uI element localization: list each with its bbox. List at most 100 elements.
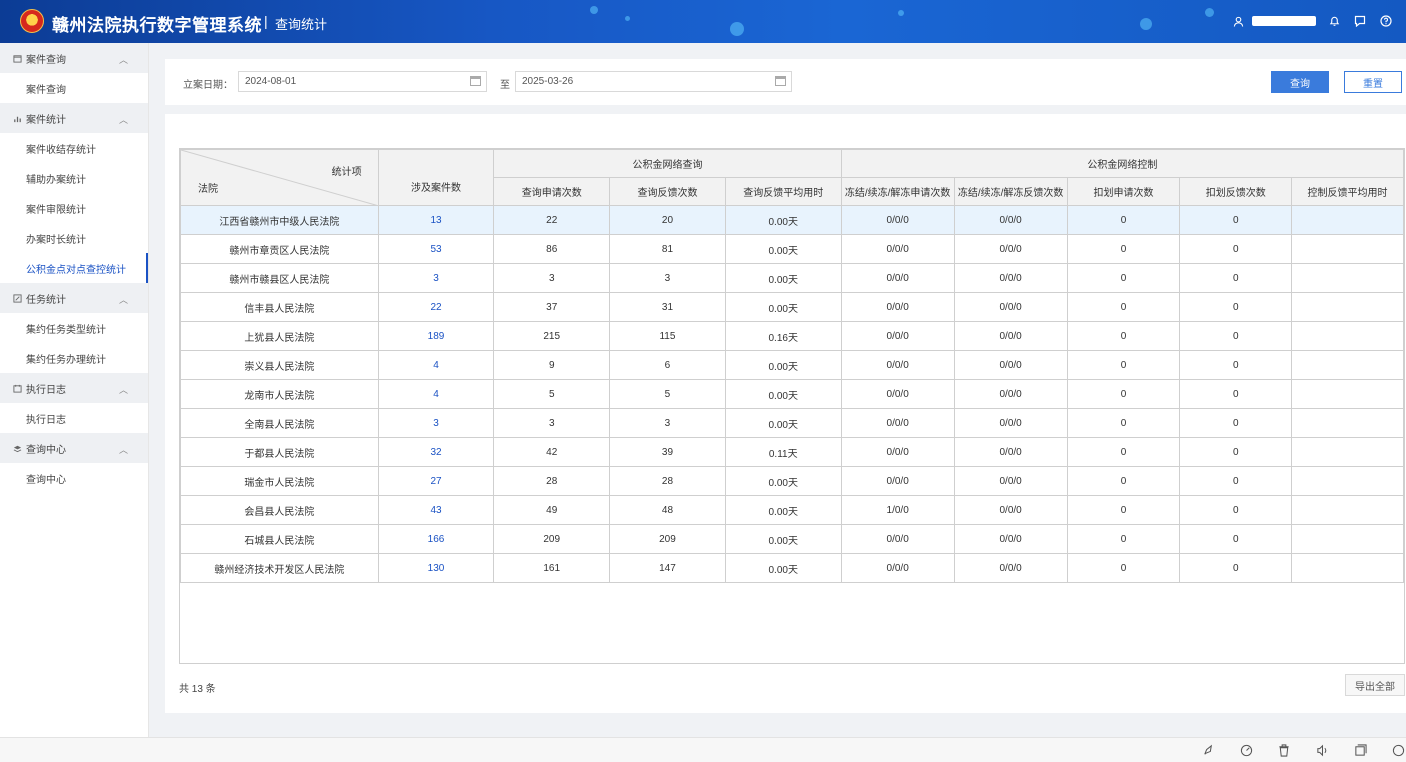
- table-row[interactable]: 石城县人民法院 166 209 209 0.00天 0/0/0 0/0/0 0 0: [180, 524, 1404, 554]
- table-row[interactable]: 赣州经济技术开发区人民法院 130 161 147 0.00天 0/0/0 0/0/0 0 0: [180, 553, 1404, 583]
- bell-icon[interactable]: [1326, 13, 1342, 29]
- court-name-cell: 崇义县人民法院: [180, 350, 379, 380]
- col-header-control-avg-time: 控制反馈平均用时: [1291, 177, 1404, 206]
- cases-count-cell[interactable]: 166: [377, 524, 495, 554]
- col-header-query-applications: 查询申请次数: [493, 177, 611, 206]
- query-avg-time-cell: 0.00天: [724, 495, 842, 525]
- sidebar-group-case-stats[interactable]: 案件统计 ︿: [0, 103, 148, 133]
- reset-button[interactable]: 重置: [1344, 71, 1402, 93]
- sidebar-item-assist-stats[interactable]: 辅助办案统计: [0, 163, 148, 193]
- volume-icon[interactable]: [1314, 742, 1330, 758]
- table-row[interactable]: 龙南市人民法院 4 5 5 0.00天 0/0/0 0/0/0 0 0: [180, 379, 1404, 409]
- sidebar-group-task-stats[interactable]: 任务统计 ︿: [0, 283, 148, 313]
- deduct-feedback-cell: 0: [1179, 292, 1293, 322]
- speed-icon[interactable]: [1238, 742, 1254, 758]
- sidebar-item-exec-log[interactable]: 执行日志: [0, 403, 148, 433]
- cases-count-cell[interactable]: 53: [377, 234, 495, 264]
- query-applications-cell: 28: [493, 466, 611, 496]
- sidebar-item-task-handling-stats[interactable]: 集约任务办理统计: [0, 343, 148, 373]
- control-avg-time-cell: [1291, 408, 1404, 438]
- deduct-feedback-cell: 0: [1179, 321, 1293, 351]
- freeze-applications-cell: 0/0/0: [840, 321, 955, 351]
- chevron-up-icon: ︿: [118, 115, 128, 125]
- query-feedback-cell: 5: [609, 379, 726, 409]
- sidebar-item-duration-stats[interactable]: 办案时长统计: [0, 223, 148, 253]
- query-applications-cell: 86: [493, 234, 611, 264]
- header-decoration: [590, 6, 598, 14]
- table-row[interactable]: 全南县人民法院 3 3 3 0.00天 0/0/0 0/0/0 0 0: [180, 408, 1404, 438]
- deduct-feedback-cell: 0: [1179, 466, 1293, 496]
- table-row[interactable]: 赣州市章贡区人民法院 53 86 81 0.00天 0/0/0 0/0/0 0 0: [180, 234, 1404, 264]
- query-avg-time-cell: 0.00天: [724, 379, 842, 409]
- query-feedback-cell: 3: [609, 263, 726, 293]
- freeze-applications-cell: 0/0/0: [840, 524, 955, 554]
- sidebar-group-case-query[interactable]: 案件查询 ︿: [0, 43, 148, 73]
- sidebar-item-case-intake-stats[interactable]: 案件收结存统计: [0, 133, 148, 163]
- sidebar-group-exec-log[interactable]: 执行日志 ︿: [0, 373, 148, 403]
- message-icon[interactable]: [1352, 13, 1368, 29]
- court-name-cell: 赣州经济技术开发区人民法院: [180, 553, 379, 583]
- freeze-feedback-cell: 0/0/0: [953, 379, 1068, 409]
- table-row[interactable]: 崇义县人民法院 4 9 6 0.00天 0/0/0 0/0/0 0 0: [180, 350, 1404, 380]
- window-icon[interactable]: [1352, 742, 1368, 758]
- cases-count-cell[interactable]: 130: [377, 553, 495, 583]
- cases-count-cell[interactable]: 4: [377, 379, 495, 409]
- freeze-applications-cell: 0/0/0: [840, 234, 955, 264]
- sidebar-group-query-center[interactable]: 查询中心 ︿: [0, 433, 148, 463]
- col-header-deduct-feedback: 扣划反馈次数: [1179, 177, 1293, 206]
- sidebar-group-label: 案件统计: [26, 114, 66, 126]
- chevron-up-icon: ︿: [118, 295, 128, 305]
- calendar-icon[interactable]: [470, 76, 481, 86]
- sidebar-item-case-query[interactable]: 案件查询: [0, 73, 148, 103]
- user-icon[interactable]: [1230, 13, 1246, 29]
- table-row[interactable]: 上犹县人民法院 189 215 115 0.16天 0/0/0 0/0/0 0 0: [180, 321, 1404, 351]
- freeze-applications-cell: 0/0/0: [840, 292, 955, 322]
- sidebar-item-housing-fund-stats[interactable]: 公积金点对点查控统计: [0, 253, 148, 283]
- cases-count-cell[interactable]: 4: [377, 350, 495, 380]
- rocket-icon[interactable]: [1200, 742, 1216, 758]
- start-date-input[interactable]: 2024-08-01: [238, 71, 487, 92]
- deduct-feedback-cell: 0: [1179, 205, 1293, 235]
- cases-count-cell[interactable]: 189: [377, 321, 495, 351]
- table-row[interactable]: 江西省赣州市中级人民法院 13 22 20 0.00天 0/0/0 0/0/0 0 0: [180, 205, 1404, 235]
- col-header-query-avg-time: 查询反馈平均用时: [724, 177, 842, 206]
- query-applications-cell: 161: [493, 553, 611, 583]
- control-avg-time-cell: [1291, 524, 1404, 554]
- user-name-redacted[interactable]: [1252, 16, 1316, 26]
- control-avg-time-cell: [1291, 350, 1404, 380]
- freeze-feedback-cell: 0/0/0: [953, 350, 1068, 380]
- query-applications-cell: 22: [493, 205, 611, 235]
- table-row[interactable]: 信丰县人民法院 22 37 31 0.00天 0/0/0 0/0/0 0 0: [180, 292, 1404, 322]
- cases-count-cell[interactable]: 27: [377, 466, 495, 496]
- table-row[interactable]: 瑞金市人民法院 27 28 28 0.00天 0/0/0 0/0/0 0 0: [180, 466, 1404, 496]
- deduct-feedback-cell: 0: [1179, 437, 1293, 467]
- sidebar-item-time-limit-stats[interactable]: 案件审限统计: [0, 193, 148, 223]
- cases-count-cell[interactable]: 13: [377, 205, 495, 235]
- help-icon[interactable]: [1378, 13, 1394, 29]
- calendar-icon[interactable]: [775, 76, 786, 86]
- trash-icon[interactable]: [1276, 742, 1292, 758]
- cases-count-cell[interactable]: 3: [377, 408, 495, 438]
- sidebar-item-query-center[interactable]: 查询中心: [0, 463, 148, 493]
- table-row[interactable]: 会昌县人民法院 43 49 48 0.00天 1/0/0 0/0/0 0 0: [180, 495, 1404, 525]
- cases-count-cell[interactable]: 3: [377, 263, 495, 293]
- court-name-cell: 赣州市赣县区人民法院: [180, 263, 379, 293]
- court-name-cell: 会昌县人民法院: [180, 495, 379, 525]
- cases-count-cell[interactable]: 43: [377, 495, 495, 525]
- cases-count-cell[interactable]: 32: [377, 437, 495, 467]
- cases-count-cell[interactable]: 22: [377, 292, 495, 322]
- court-name-cell: 石城县人民法院: [180, 524, 379, 554]
- query-button[interactable]: 查询: [1271, 71, 1329, 93]
- freeze-feedback-cell: 0/0/0: [953, 466, 1068, 496]
- table-row[interactable]: 于都县人民法院 32 42 39 0.11天 0/0/0 0/0/0 0 0: [180, 437, 1404, 467]
- query-feedback-cell: 31: [609, 292, 726, 322]
- deduct-applications-cell: 0: [1066, 553, 1181, 583]
- export-all-button[interactable]: 导出全部: [1345, 674, 1405, 696]
- query-avg-time-cell: 0.00天: [724, 234, 842, 264]
- end-date-input[interactable]: 2025-03-26: [515, 71, 792, 92]
- sidebar-item-task-type-stats[interactable]: 集约任务类型统计: [0, 313, 148, 343]
- circle-icon[interactable]: [1390, 742, 1406, 758]
- control-avg-time-cell: [1291, 321, 1404, 351]
- table-row[interactable]: 赣州市赣县区人民法院 3 3 3 0.00天 0/0/0 0/0/0 0 0: [180, 263, 1404, 293]
- query-feedback-cell: 39: [609, 437, 726, 467]
